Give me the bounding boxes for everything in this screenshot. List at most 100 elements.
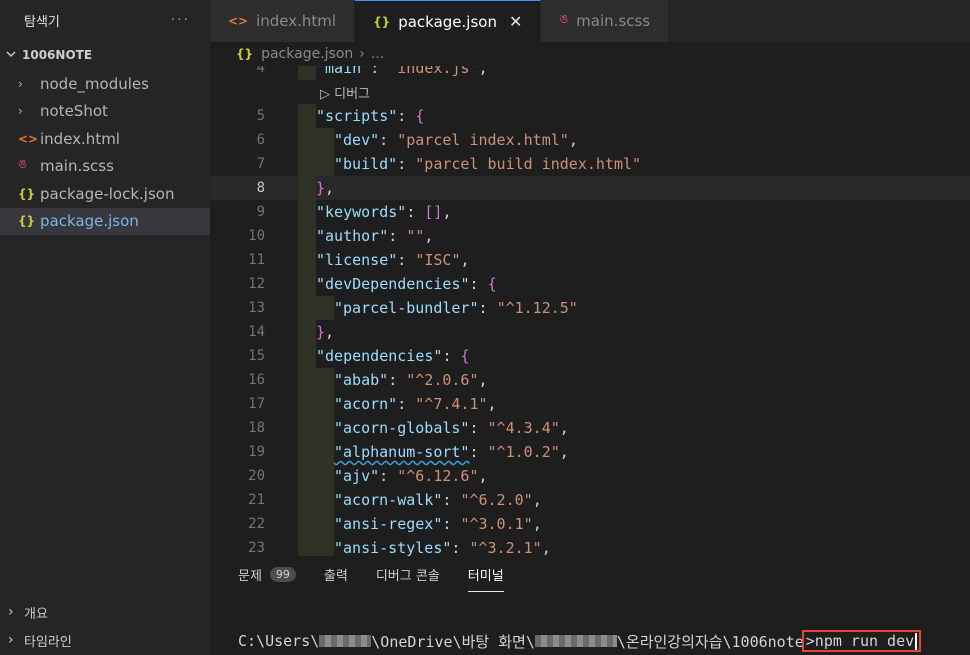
panel-tab-2[interactable]: 디버그 콘솔 <box>376 556 440 592</box>
code-line: 10 "author": "", <box>210 224 970 248</box>
explorer-header: 탐색기 ··· <box>0 0 210 40</box>
code-token: { <box>487 275 497 293</box>
code-token: , <box>559 419 569 437</box>
bottom-panel: 문제 99 출력 디버그 콘솔 터미널 C:\Users\ \OneDrive\바탕 화… <box>210 556 970 655</box>
code-token: : <box>442 347 461 365</box>
code-token: "abab" <box>334 371 389 389</box>
breadcrumb-file[interactable]: package.json <box>261 46 353 62</box>
code-token: "ISC" <box>415 251 461 269</box>
indent-guide <box>316 416 334 440</box>
tab-2[interactable]: ঙ main.scss <box>541 0 670 42</box>
line-number: 14 <box>248 324 265 340</box>
code-text: "keywords": [], <box>316 200 451 224</box>
code-text: "acorn-globals": "^4.3.4", <box>334 416 569 440</box>
code-token: "scripts" <box>316 107 398 125</box>
code-text: "ajv": "^6.12.6", <box>334 464 488 488</box>
line-number: 5 <box>256 108 265 124</box>
code-token: { <box>460 347 470 365</box>
indent-guide <box>316 536 334 556</box>
line-number: 8 <box>256 180 265 196</box>
code-token: , <box>541 539 551 556</box>
workspace-folder[interactable]: 1006NOTE <box>0 40 210 70</box>
code-text: "abab": "^2.0.6", <box>334 368 488 392</box>
panel-tab-3[interactable]: 터미널 <box>467 556 504 592</box>
indent-guide <box>298 392 316 416</box>
code-token: "^6.2.0" <box>460 491 533 509</box>
scss-file-icon: ঙ <box>559 12 569 26</box>
code-token: "^7.4.1" <box>415 395 488 413</box>
tree-item-2[interactable]: <> index.html <box>0 125 210 153</box>
code-token: "^1.0.2" <box>487 443 560 461</box>
code-token: "license" <box>316 251 398 269</box>
code-token: [] <box>424 203 443 221</box>
code-text: }, <box>316 320 334 344</box>
panel-tab-1[interactable]: 출력 <box>324 556 348 592</box>
timeline-section[interactable]: › 타임라인 <box>0 626 210 654</box>
tab-1[interactable]: {} package.json ✕ <box>355 0 542 42</box>
panel-tab-label: 출력 <box>323 568 348 584</box>
code-text: "acorn": "^7.4.1", <box>334 392 497 416</box>
code-line: 20 "ajv": "^6.12.6", <box>210 464 970 488</box>
code-token: "" <box>406 227 425 245</box>
code-text: "scripts": { <box>316 104 424 128</box>
code-token: "^6.12.6" <box>397 467 479 485</box>
code-token: : <box>397 395 416 413</box>
indent-guide <box>316 464 334 488</box>
line-number: 11 <box>248 252 265 268</box>
tree-item-3[interactable]: ঙ main.scss <box>0 153 210 181</box>
scss-file-icon: ঙ <box>18 157 27 172</box>
outline-section[interactable]: › 개요 <box>0 598 210 626</box>
code-token: "dependencies" <box>316 347 443 365</box>
panel-tabs: 문제 99 출력 디버그 콘솔 터미널 <box>238 556 532 592</box>
editor-tabs: <> index.html {} package.json ✕ ঙ main.scss <box>210 0 970 42</box>
panel-tab-0[interactable]: 문제 99 <box>238 556 296 592</box>
more-actions-icon[interactable]: ··· <box>171 12 190 28</box>
explorer-sidebar: 탐색기 ··· 1006NOTE › node_modules › noteShot <… <box>0 0 210 655</box>
tree-item-4[interactable]: {} package-lock.json <box>0 180 210 208</box>
line-number: 18 <box>248 420 265 436</box>
code-line: 14}, <box>210 320 970 344</box>
indent-guide <box>298 416 316 440</box>
debug-codelens[interactable]: ▷ 디버그 <box>320 83 370 102</box>
code-token: : <box>469 275 488 293</box>
code-token: { <box>415 107 425 125</box>
indent-guide <box>298 512 316 536</box>
code-editor[interactable]: 4 "main": "index.js", ▷ 디버그 5 "scripts": {6 "… <box>210 58 970 556</box>
code-token: "dev" <box>334 131 380 149</box>
breadcrumb-rest[interactable]: ... <box>371 46 384 62</box>
close-icon[interactable]: ✕ <box>509 12 522 31</box>
explorer-title: 탐색기 <box>24 14 60 30</box>
code-text: "alphanum-sort": "^1.0.2", <box>334 440 569 464</box>
code-text: "parcel-bundler": "^1.12.5" <box>334 296 578 320</box>
tree-item-1[interactable]: › noteShot <box>0 98 210 126</box>
tab-0[interactable]: <> index.html <box>210 0 356 42</box>
indent-guide <box>298 536 316 556</box>
code-line: 15 "dependencies": { <box>210 344 970 368</box>
code-token: , <box>325 179 335 197</box>
line-number: 12 <box>248 276 265 292</box>
tree-item-0[interactable]: › node_modules <box>0 70 210 98</box>
html-file-icon: <> <box>18 131 39 146</box>
tree-item-5[interactable]: {} package.json <box>0 207 210 235</box>
chevron-right-icon: › <box>18 76 23 91</box>
code-token: : <box>451 539 470 556</box>
code-text: "dev": "parcel index.html", <box>334 128 578 152</box>
code-token: "^3.0.1" <box>460 515 533 533</box>
code-line: 9 "keywords": [], <box>210 200 970 224</box>
line-number: 19 <box>248 444 265 460</box>
line-number: 22 <box>248 516 265 532</box>
indent-guide <box>298 224 316 248</box>
terminal-cursor <box>915 633 918 650</box>
indent-guide <box>298 320 316 344</box>
indent-guide <box>298 104 316 128</box>
tab-label: package.json <box>398 12 497 31</box>
terminal-path-part3: \온라인강의자습\1006note <box>616 632 804 651</box>
terminal-prompt[interactable]: C:\Users\ \OneDrive\바탕 화면\ \온라인강의자습\1006… <box>238 630 922 652</box>
line-number: 10 <box>248 228 265 244</box>
indent-guide <box>298 176 316 200</box>
line-number: 7 <box>256 156 265 172</box>
tab-label: main.scss <box>576 12 651 30</box>
code-line: 7 "build": "parcel build index.html" <box>210 152 970 176</box>
code-token: : <box>469 443 488 461</box>
code-text: }, <box>316 176 334 200</box>
